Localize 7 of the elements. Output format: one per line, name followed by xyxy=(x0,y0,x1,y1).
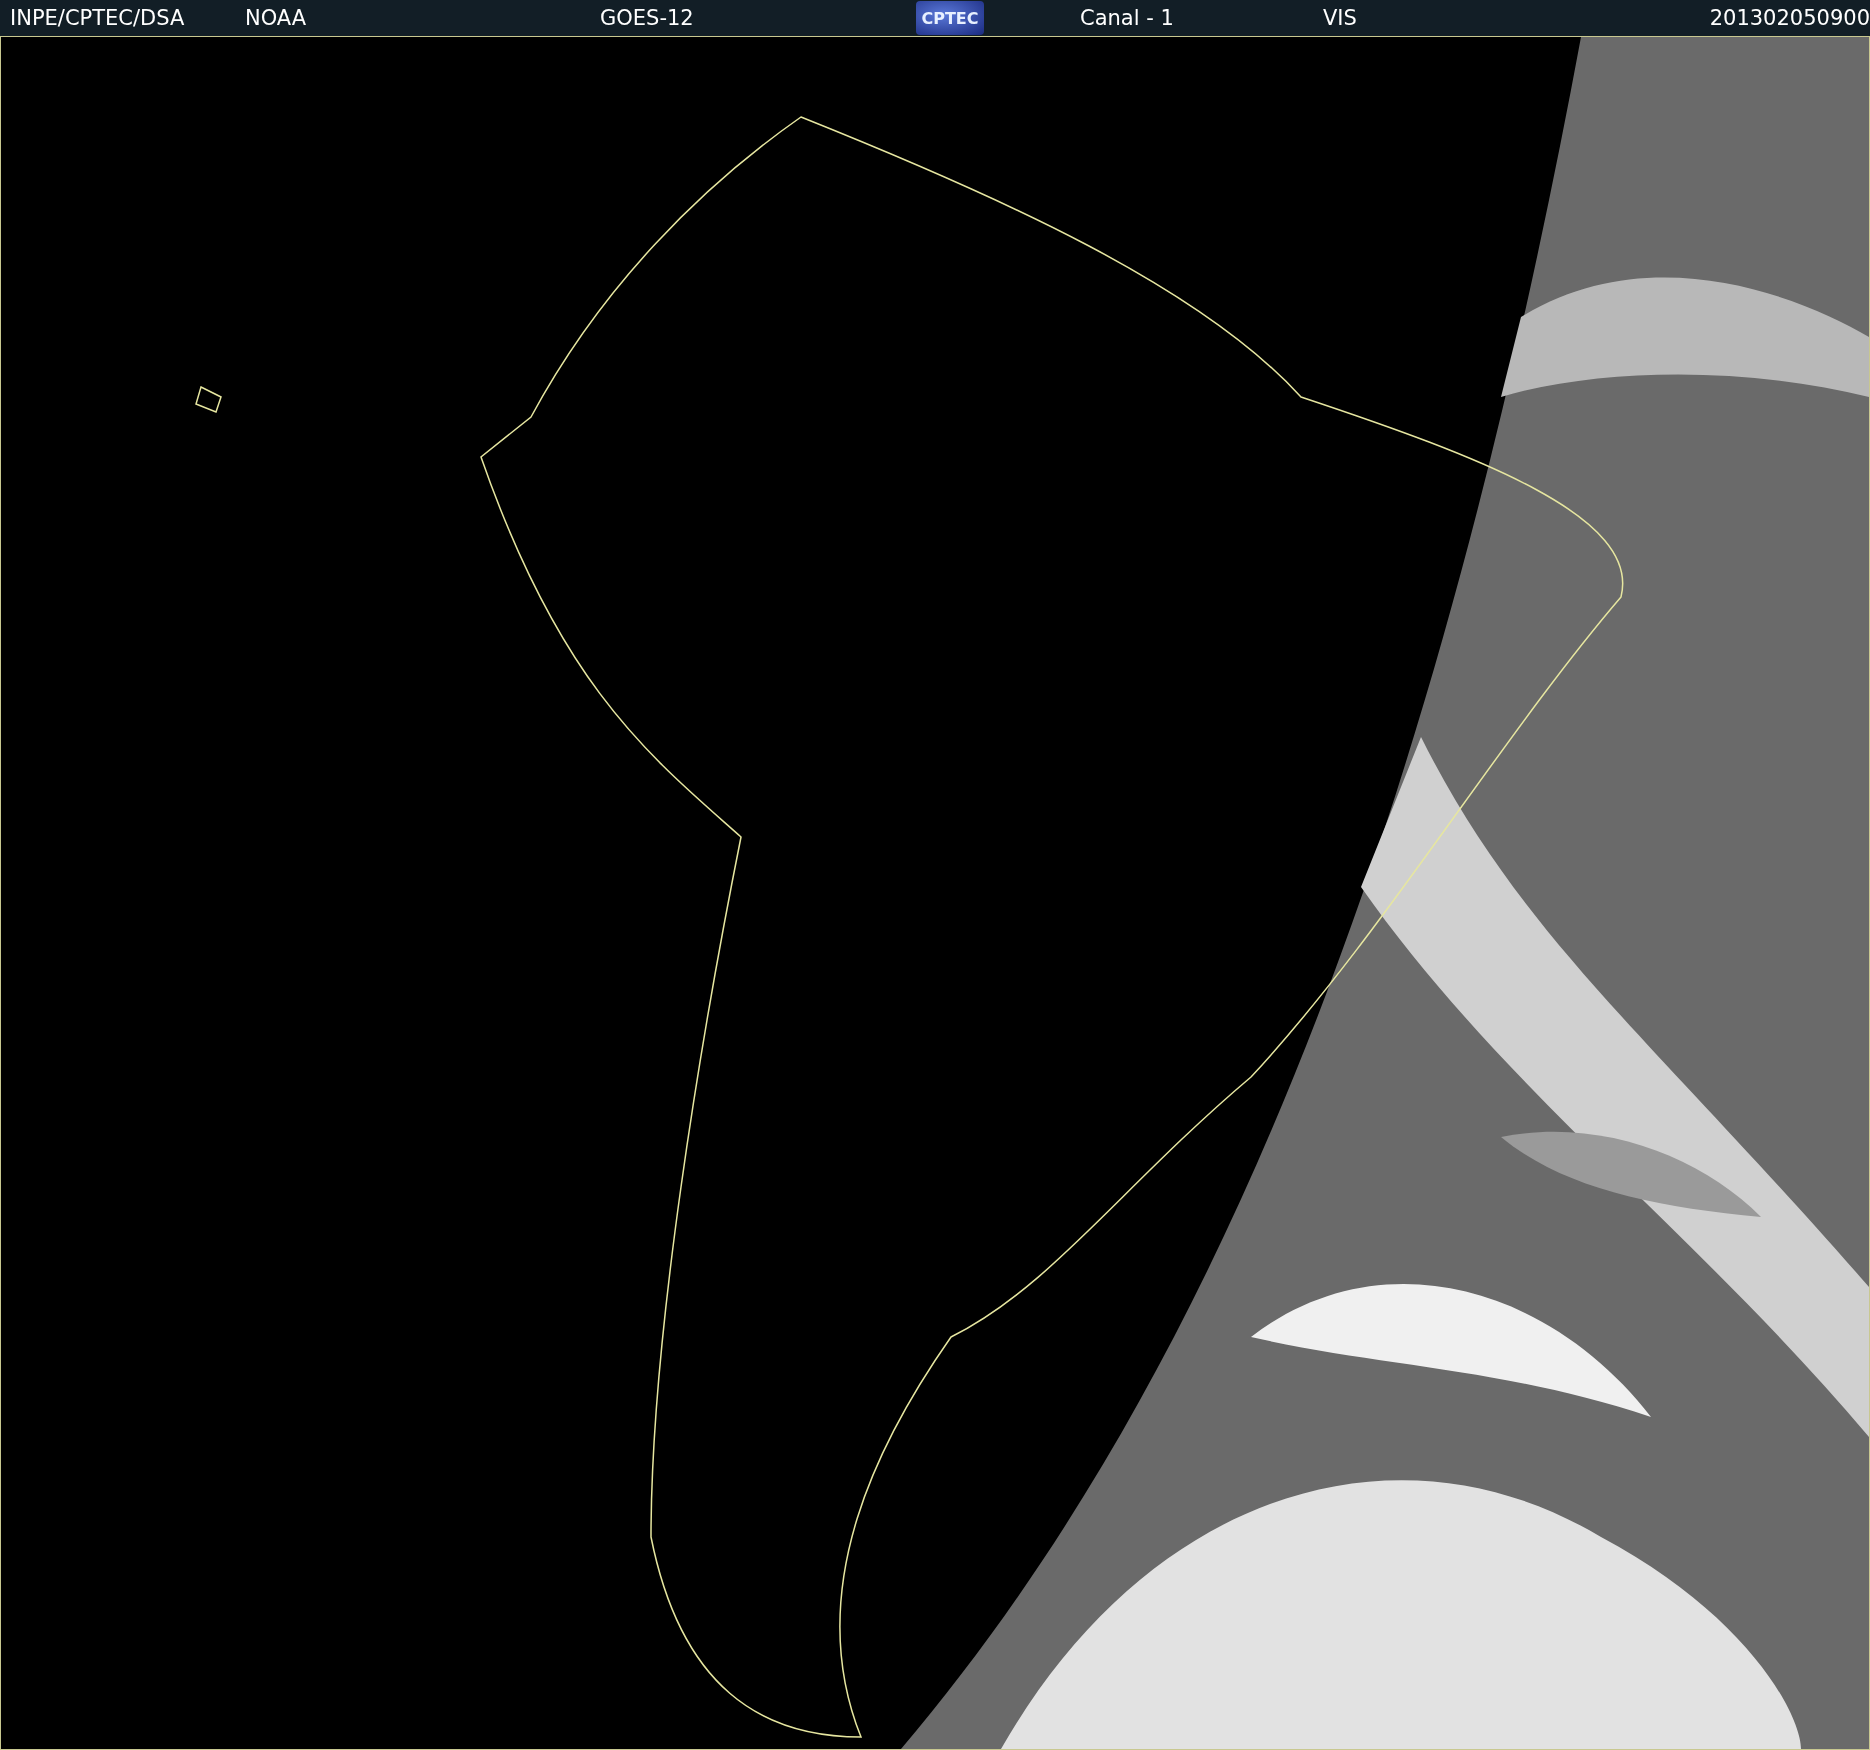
header-label: VIS xyxy=(1323,7,1357,29)
logo: CPTEC xyxy=(916,1,984,35)
header-label: 201302050900 xyxy=(1709,7,1870,29)
header-label: Canal - 1 xyxy=(1080,7,1174,29)
header-label: INPE/CPTEC/DSA xyxy=(10,7,185,29)
header-label: NOAA xyxy=(245,7,307,29)
header-label: GOES-12 xyxy=(600,7,694,29)
